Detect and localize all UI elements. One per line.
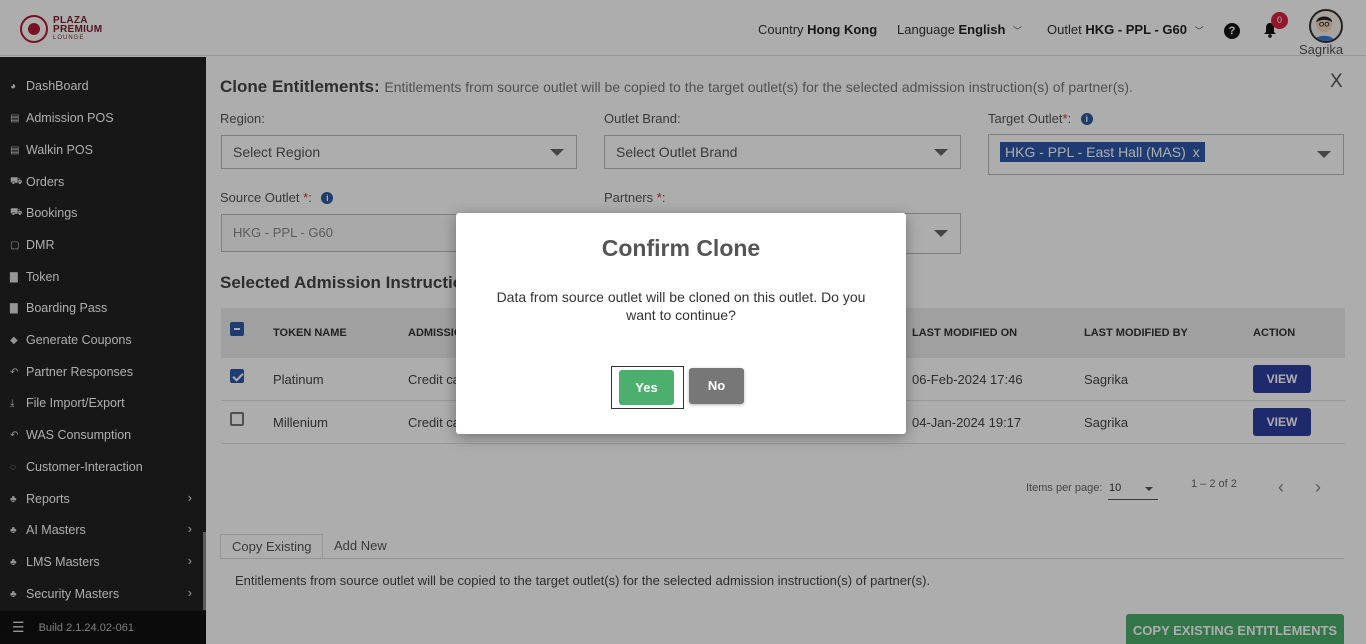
dialog-message: Data from source outlet will be cloned o… [496,289,866,323]
yes-button[interactable]: Yes [619,370,674,405]
confirm-clone-dialog: Confirm Clone Data from source outlet wi… [456,213,906,434]
dialog-title: Confirm Clone [601,235,761,261]
yes-button-focus-ring: Yes [611,366,684,409]
no-button[interactable]: No [689,368,744,404]
